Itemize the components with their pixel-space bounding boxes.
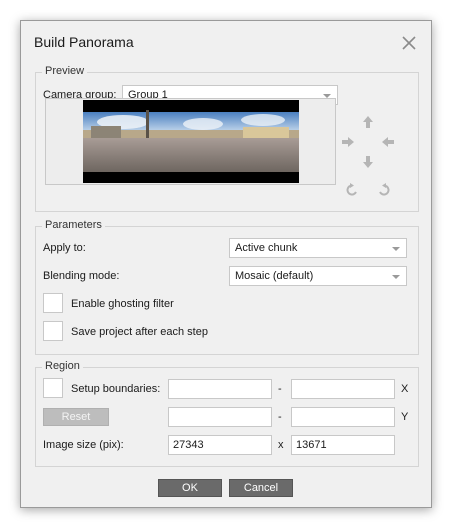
parameters-group: Parameters Apply to: Active chunk Blendi…: [35, 219, 419, 355]
blending-mode-value: Mosaic (default): [235, 270, 314, 282]
preview-group: Preview Camera group: Group 1: [35, 65, 419, 212]
region-group: Region Setup boundaries: - X Reset - Y I…: [35, 360, 419, 467]
setup-boundaries-label: Setup boundaries:: [71, 383, 161, 395]
x-max-field[interactable]: [291, 379, 395, 399]
rotate-left-icon[interactable]: [345, 183, 359, 197]
chevron-down-icon: [392, 275, 400, 279]
cancel-button[interactable]: Cancel: [229, 479, 293, 497]
arrow-down-icon[interactable]: [361, 155, 375, 169]
rotate-right-icon[interactable]: [377, 183, 391, 197]
image-width-field[interactable]: 27343: [168, 435, 272, 455]
save-project-label: Save project after each step: [71, 326, 208, 338]
arrow-up-icon[interactable]: [361, 115, 375, 129]
parameters-group-title: Parameters: [42, 219, 105, 231]
blending-mode-label: Blending mode:: [43, 270, 120, 282]
panorama-image: [83, 100, 299, 183]
arrow-right-icon[interactable]: [341, 135, 355, 149]
build-panorama-dialog: Build Panorama Preview Camera group: Gro…: [20, 20, 432, 508]
close-icon[interactable]: [401, 35, 417, 51]
panorama-preview: [45, 98, 336, 185]
x-range-dash: -: [278, 383, 282, 395]
times-sign: x: [278, 439, 284, 451]
image-height-field[interactable]: 13671: [291, 435, 395, 455]
apply-to-label: Apply to:: [43, 242, 86, 254]
title-bar: Build Panorama: [21, 21, 431, 65]
y-min-field[interactable]: [168, 407, 272, 427]
image-height-value: 13671: [296, 439, 327, 451]
arrow-left-icon[interactable]: [381, 135, 395, 149]
region-group-title: Region: [42, 360, 83, 372]
chevron-down-icon: [392, 247, 400, 251]
y-max-field[interactable]: [291, 407, 395, 427]
ghosting-filter-checkbox[interactable]: [43, 293, 63, 313]
image-width-value: 27343: [173, 439, 204, 451]
y-range-dash: -: [278, 411, 282, 423]
dialog-title: Build Panorama: [34, 34, 134, 50]
ghosting-filter-label: Enable ghosting filter: [71, 298, 174, 310]
save-project-checkbox[interactable]: [43, 321, 63, 341]
preview-group-title: Preview: [42, 65, 88, 77]
reset-button[interactable]: Reset: [43, 408, 109, 426]
apply-to-select[interactable]: Active chunk: [229, 238, 407, 258]
x-min-field[interactable]: [168, 379, 272, 399]
apply-to-value: Active chunk: [235, 242, 298, 254]
setup-boundaries-checkbox[interactable]: [43, 378, 63, 398]
y-axis-label: Y: [401, 411, 409, 423]
blending-mode-select[interactable]: Mosaic (default): [229, 266, 407, 286]
image-size-label: Image size (pix):: [43, 439, 124, 451]
x-axis-label: X: [401, 383, 409, 395]
ok-button[interactable]: OK: [158, 479, 222, 497]
